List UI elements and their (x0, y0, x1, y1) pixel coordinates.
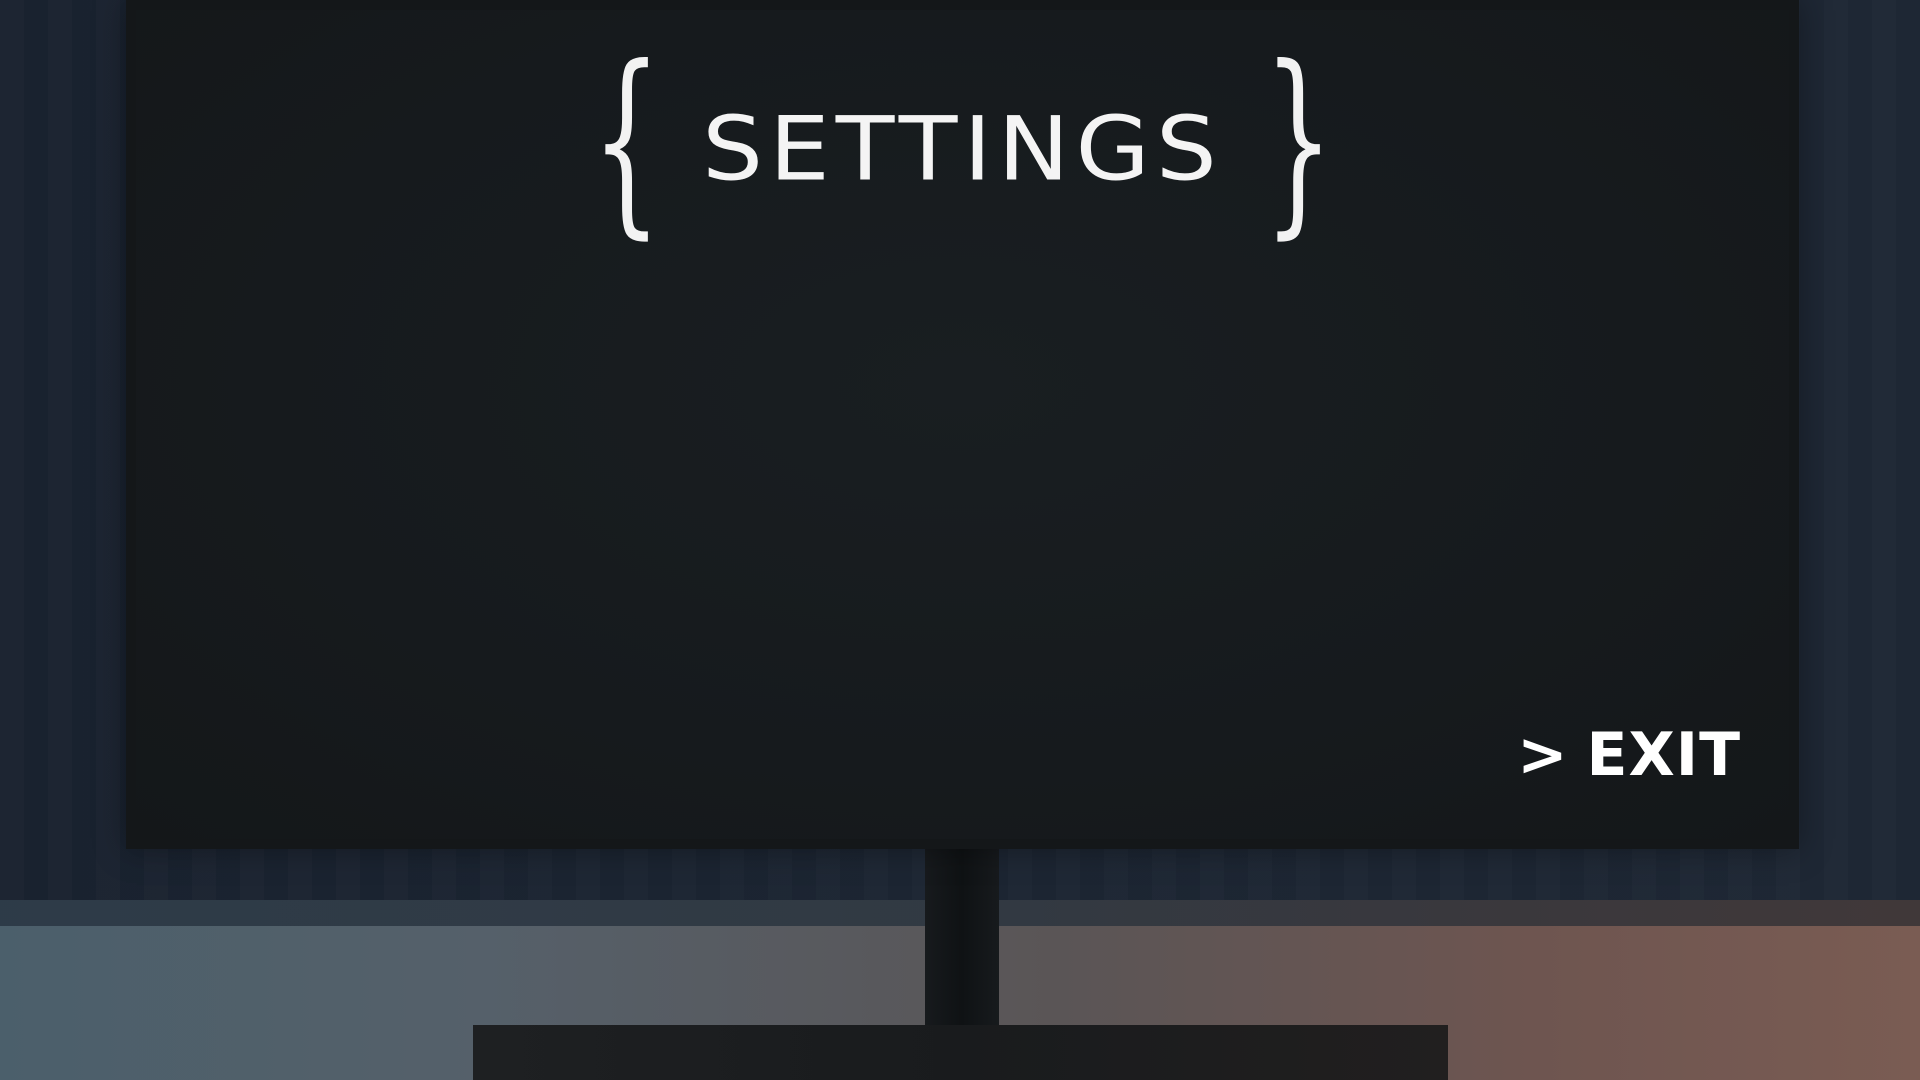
settings-header: { SETTINGS } (136, 41, 1789, 244)
exit-button[interactable]: > EXIT (1517, 720, 1741, 790)
chevron-right-icon: > (1517, 720, 1569, 790)
settings-screen: { SETTINGS } > EXIT (136, 10, 1789, 839)
monitor: { SETTINGS } > EXIT (126, 0, 1799, 849)
monitor-stand-neck (925, 840, 999, 1030)
page-title: SETTINGS (702, 97, 1223, 201)
game-scene: { SETTINGS } > EXIT (0, 0, 1920, 1080)
right-brace: } (1263, 24, 1334, 257)
monitor-stand-base (473, 1025, 1448, 1080)
exit-label: EXIT (1586, 720, 1741, 790)
left-brace: { (591, 24, 662, 257)
